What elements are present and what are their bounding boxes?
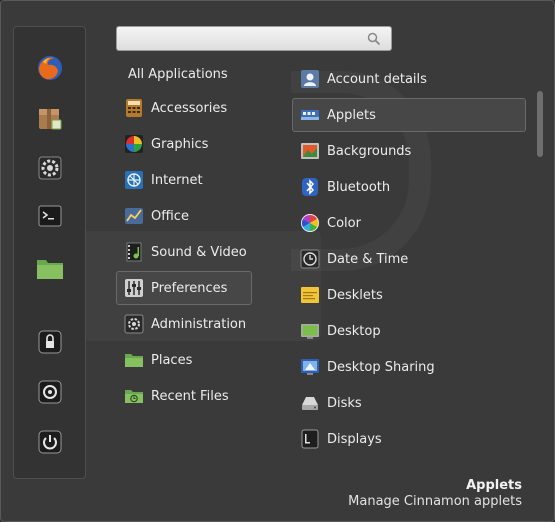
- apps-scrollbar-thumb[interactable]: [537, 91, 543, 157]
- calculator-icon: [126, 99, 142, 117]
- app-account-details[interactable]: Account details: [292, 62, 526, 96]
- application-menu: All Applications Accessories Graphics In…: [0, 0, 555, 522]
- app-label: Backgrounds: [327, 143, 412, 159]
- recent-folder-icon: [125, 390, 143, 403]
- disks-icon: [302, 397, 318, 410]
- category-all-applications[interactable]: All Applications: [128, 67, 228, 82]
- category-preferences[interactable]: Preferences: [116, 271, 252, 305]
- sliders-icon: [125, 279, 143, 297]
- category-graphics[interactable]: Graphics: [116, 127, 252, 161]
- category-label: Internet: [151, 172, 203, 188]
- favorite-files[interactable]: [31, 249, 69, 287]
- desktop-sharing-icon: [301, 359, 319, 375]
- category-label: Recent Files: [151, 388, 229, 404]
- app-label: Displays: [327, 431, 382, 447]
- favorite-shutdown[interactable]: [31, 423, 69, 461]
- logout-icon: [38, 380, 62, 404]
- app-backgrounds[interactable]: Backgrounds: [292, 134, 526, 168]
- category-label: Accessories: [151, 100, 228, 116]
- files-folder-icon: [37, 260, 63, 279]
- app-desklets[interactable]: Desklets: [292, 278, 526, 312]
- category-office[interactable]: Office: [116, 199, 252, 233]
- favorite-system-settings[interactable]: [31, 149, 69, 187]
- color-wheel-icon: [125, 135, 143, 153]
- app-label: Color: [327, 215, 361, 231]
- category-places[interactable]: Places: [116, 343, 252, 377]
- app-label: Disks: [327, 395, 362, 411]
- desklets-note-icon: [301, 287, 319, 303]
- app-date-time[interactable]: Date & Time: [292, 242, 526, 276]
- film-music-icon: [126, 242, 142, 262]
- category-label: Administration: [151, 316, 247, 332]
- favorite-logout[interactable]: [31, 373, 69, 411]
- selected-app-title: Applets: [466, 478, 522, 493]
- app-disks[interactable]: Disks: [292, 386, 526, 420]
- app-label: Account details: [327, 71, 427, 87]
- search-box[interactable]: [116, 26, 392, 51]
- backgrounds-icon: [301, 143, 319, 159]
- bluetooth-icon: [302, 178, 318, 196]
- category-label: Office: [151, 208, 189, 224]
- favorite-terminal[interactable]: [31, 197, 69, 235]
- category-recent-files[interactable]: Recent Files: [116, 379, 252, 413]
- search-input[interactable]: [123, 30, 363, 48]
- category-label: Places: [151, 352, 193, 368]
- category-label: Graphics: [151, 136, 209, 152]
- system-settings-icon: [38, 156, 62, 180]
- category-sound-video[interactable]: Sound & Video: [116, 235, 252, 269]
- app-label: Applets: [327, 107, 376, 123]
- color-icon: [301, 214, 319, 232]
- app-color[interactable]: Color: [292, 206, 526, 240]
- lock-screen-icon: [38, 330, 62, 354]
- clock-icon: [300, 249, 320, 269]
- category-internet[interactable]: Internet: [116, 163, 252, 197]
- app-applets[interactable]: Applets: [292, 98, 526, 132]
- favorite-archive-manager[interactable]: [31, 99, 69, 137]
- app-label: Desklets: [327, 287, 383, 303]
- favorites-sidebar: [13, 26, 86, 479]
- app-label: Desktop Sharing: [327, 359, 435, 375]
- admin-tools-icon: [124, 314, 144, 334]
- category-administration[interactable]: Administration: [116, 307, 252, 341]
- favorite-lock-screen[interactable]: [31, 323, 69, 361]
- selected-app-description: Manage Cinnamon applets: [348, 494, 522, 509]
- search-icon: [367, 32, 381, 46]
- shutdown-icon: [38, 430, 62, 454]
- app-desktop[interactable]: Desktop: [292, 314, 526, 348]
- globe-icon: [125, 171, 143, 189]
- app-desktop-sharing[interactable]: Desktop Sharing: [292, 350, 526, 384]
- folder-icon: [125, 354, 143, 367]
- category-label: Preferences: [151, 280, 228, 296]
- display-icon: [301, 429, 319, 449]
- office-chart-icon: [125, 208, 143, 224]
- applets-panel-icon: [301, 110, 319, 120]
- category-accessories[interactable]: Accessories: [116, 91, 252, 125]
- desktop-icon: [301, 324, 319, 339]
- category-label: Sound & Video: [151, 244, 247, 260]
- favorite-firefox[interactable]: [31, 49, 69, 87]
- user-account-icon: [301, 70, 319, 88]
- firefox-icon: [38, 56, 62, 80]
- app-displays[interactable]: Displays: [292, 422, 526, 456]
- terminal-icon: [38, 205, 62, 227]
- app-bluetooth[interactable]: Bluetooth: [292, 170, 526, 204]
- app-label: Date & Time: [327, 251, 409, 267]
- archive-manager-icon: [39, 109, 62, 130]
- app-label: Desktop: [327, 323, 381, 339]
- app-label: Bluetooth: [327, 179, 391, 195]
